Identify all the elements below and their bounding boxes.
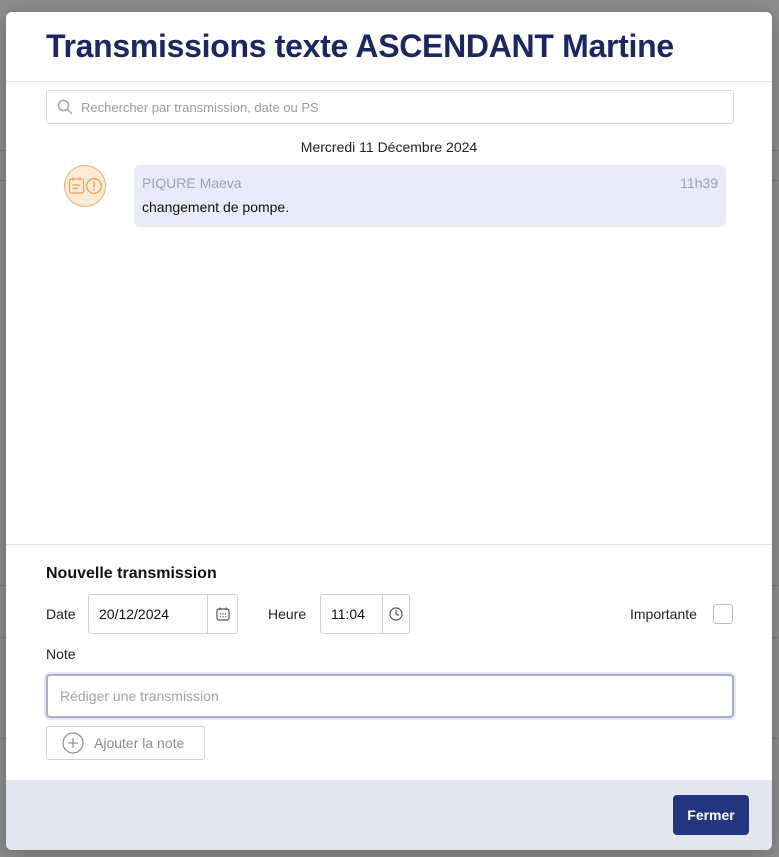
add-note-button[interactable]: Ajouter la note (46, 726, 205, 760)
date-value: 20/12/2024 (99, 606, 170, 622)
add-note-label: Ajouter la note (94, 735, 185, 751)
message-header: PIQURE Maeva 11h39 (142, 175, 718, 191)
time-value: 11:04 (331, 606, 365, 622)
close-button[interactable]: Fermer (673, 795, 749, 835)
modal-footer: Fermer (6, 780, 772, 850)
message-time: 11h39 (680, 175, 718, 191)
date-field[interactable]: 20/12/2024 (88, 594, 238, 634)
author-avatar (64, 165, 106, 207)
calendar-icon (215, 607, 230, 621)
time-field[interactable]: 11:04 (320, 594, 410, 634)
important-checkbox[interactable] (713, 604, 733, 624)
date-separator: Mercredi 11 Décembre 2024 (300, 139, 478, 155)
modal-title: Transmissions texte ASCENDANT Martine (46, 28, 674, 64)
search-box[interactable] (46, 90, 734, 124)
message-author: PIQURE Maeva (142, 175, 242, 191)
clock-icon (389, 607, 403, 621)
calendar-button[interactable] (207, 595, 237, 633)
transmission-message: PIQURE Maeva 11h39 changement de pompe. (134, 165, 726, 227)
note-input[interactable] (46, 674, 734, 718)
search-icon (57, 99, 73, 115)
calendar-alert-icon (68, 177, 102, 194)
message-text: changement de pompe. (142, 199, 290, 215)
note-label: Note (46, 646, 76, 662)
clock-button[interactable] (382, 595, 409, 633)
form-title: Nouvelle transmission (46, 565, 217, 582)
plus-circle-icon (62, 732, 84, 754)
search-input[interactable] (81, 99, 701, 115)
modal-header: Transmissions texte ASCENDANT Martine (6, 12, 772, 82)
date-label: Date (46, 606, 76, 622)
time-label: Heure (268, 606, 307, 622)
important-label: Importante (630, 606, 697, 622)
transmissions-modal: Transmissions texte ASCENDANT Martine Me… (6, 12, 772, 850)
